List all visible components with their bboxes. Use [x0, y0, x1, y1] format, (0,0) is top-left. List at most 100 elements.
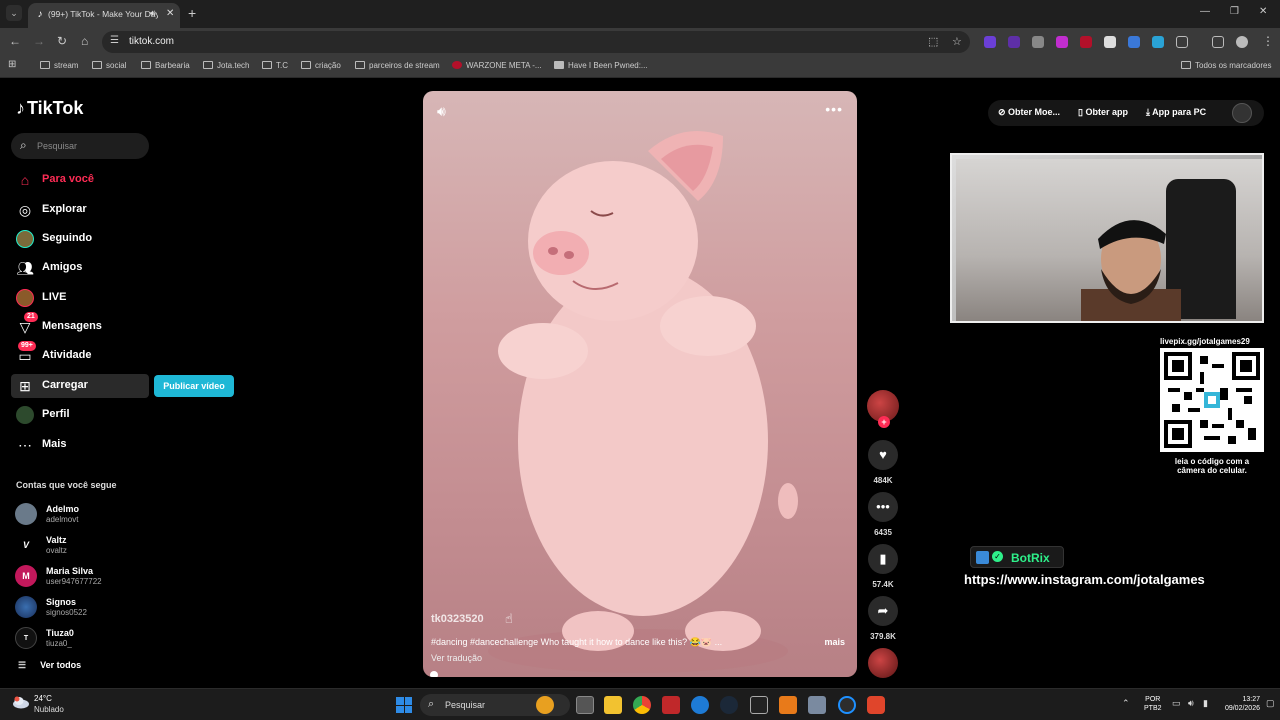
video-progress-handle[interactable] — [430, 671, 438, 677]
bookmark-label: Todos os marcadores — [1195, 61, 1272, 70]
get-coins-link[interactable]: ⊘ Obter Moe... — [998, 107, 1060, 118]
extension-icon[interactable] — [1056, 36, 1068, 48]
translate-link[interactable]: Ver tradução — [431, 653, 482, 663]
followed-account[interactable]: T Tiuza0 tiuza0_ — [15, 626, 155, 652]
publish-video-button[interactable]: Publicar vídeo — [154, 375, 234, 397]
music-disc-icon[interactable] — [868, 648, 898, 678]
minimize-icon[interactable]: — — [1200, 6, 1210, 17]
share-arrow-icon[interactable]: ➦ — [868, 596, 898, 626]
chrome-menu-icon[interactable]: ⋮ — [1262, 34, 1274, 48]
windows-start-icon[interactable] — [396, 697, 412, 713]
close-window-icon[interactable]: ✕ — [1259, 6, 1267, 17]
nav-friends[interactable]: 👥︎ Amigos — [14, 256, 154, 280]
video-options-icon[interactable]: ••• — [825, 101, 843, 117]
notifications-icon[interactable]: ▢ — [1266, 698, 1275, 709]
get-app-link[interactable]: ▯ Obter app — [1078, 107, 1128, 118]
language-indicator[interactable]: POR PTB2 — [1144, 695, 1162, 713]
app-bolt-icon[interactable] — [662, 696, 680, 714]
follow-plus-icon[interactable]: + — [878, 416, 890, 428]
all-bookmarks-folder[interactable]: Todos os marcadores — [1181, 61, 1271, 70]
see-all-link[interactable]: ☰ Ver todos — [18, 660, 81, 671]
file-explorer-icon[interactable] — [604, 696, 622, 714]
bookmark-icon[interactable]: ▮ — [868, 544, 898, 574]
followed-account[interactable]: Adelmo adelmovt — [15, 502, 155, 528]
app-blue-icon[interactable] — [691, 696, 709, 714]
bookmark-link[interactable]: Have I Been Pwned:... — [554, 61, 648, 70]
bookmark-folder[interactable]: criação — [301, 61, 341, 70]
apps-grid-icon[interactable]: ⊞ — [8, 59, 16, 70]
restore-icon[interactable]: ❐ — [1230, 6, 1239, 17]
video-player[interactable]: 🔊︎ ••• tk0323520 #dancing #dancechalleng… — [423, 91, 857, 677]
site-info-icon[interactable]: ☰ — [110, 35, 119, 46]
profile-icon[interactable] — [1236, 36, 1248, 48]
bookmark-link[interactable]: WARZONE META -... — [452, 61, 542, 70]
new-tab-button[interactable]: + — [188, 5, 196, 21]
brave-icon[interactable] — [867, 696, 885, 714]
extension-icon[interactable] — [1152, 36, 1164, 48]
cloudy-weather-icon[interactable] — [12, 695, 30, 709]
nav-explore[interactable]: ◎ Explorar — [14, 198, 154, 222]
battery-icon[interactable]: ▮ — [1203, 698, 1208, 709]
nav-more[interactable]: ⋯ Mais — [14, 433, 154, 457]
install-app-icon[interactable]: ⬚ — [928, 35, 938, 48]
translate-extension-icon[interactable] — [1128, 36, 1140, 48]
app-orange-icon[interactable] — [779, 696, 797, 714]
search-input[interactable]: ⌕ Pesquisar — [11, 133, 149, 159]
pc-app-link[interactable]: ⤓ App para PC — [1146, 107, 1206, 118]
nav-upload[interactable]: ⊞ Carregar — [11, 374, 149, 398]
back-icon[interactable]: ← — [9, 34, 21, 48]
app-grey-icon[interactable] — [808, 696, 826, 714]
volume-icon[interactable]: 🔊︎ — [1188, 698, 1194, 709]
address-bar[interactable]: ☰ tiktok.com ⬚ ☆ — [102, 31, 970, 53]
task-view-icon[interactable] — [576, 696, 594, 714]
extensions-puzzle-icon[interactable] — [1176, 36, 1188, 48]
tab-close-icon[interactable]: ✕ — [166, 8, 174, 19]
nav-live[interactable]: LIVE — [14, 286, 154, 310]
reload-icon[interactable]: ↻ — [57, 34, 67, 48]
reading-list-icon[interactable] — [1212, 36, 1224, 48]
nav-profile[interactable]: Perfil — [14, 403, 154, 427]
system-clock[interactable]: 13:27 09/02/2026 — [1214, 695, 1260, 713]
see-all-label: Ver todos — [40, 660, 82, 670]
app-ring-icon[interactable] — [838, 696, 856, 714]
tab-search-button[interactable]: ⌄ — [6, 5, 22, 21]
tray-chevron-icon[interactable]: ⌃ — [1122, 698, 1130, 709]
tiktok-logo[interactable]: ♪ TikTok — [16, 98, 83, 119]
chrome-icon[interactable] — [633, 696, 651, 714]
bookmark-folder[interactable]: social — [92, 61, 126, 70]
like-heart-icon[interactable]: ♥ — [868, 440, 898, 470]
extension-icon[interactable] — [1080, 36, 1092, 48]
bookmark-folder[interactable]: Jota.tech — [203, 61, 249, 70]
bookmark-folder[interactable]: stream — [40, 61, 78, 70]
followed-account[interactable]: M Maria Silva user947677722 — [15, 564, 155, 590]
forward-icon[interactable]: → — [33, 34, 45, 48]
bookmark-folder[interactable]: Barbearia — [141, 61, 190, 70]
bookmark-folder[interactable]: parceiros de stream — [355, 61, 440, 70]
video-username[interactable]: tk0323520 — [431, 613, 484, 625]
epic-games-icon[interactable] — [750, 696, 768, 714]
home-icon[interactable]: ⌂ — [81, 34, 88, 48]
nav-following[interactable]: Seguindo — [14, 227, 154, 251]
pizza-widget-icon[interactable] — [536, 696, 554, 714]
comment-icon[interactable]: ••• — [868, 492, 898, 522]
user-avatar[interactable] — [1232, 103, 1252, 123]
caption-more-link[interactable]: mais — [824, 637, 845, 647]
followed-account[interactable]: Signos signos0522 — [15, 595, 155, 621]
nav-label: Seguindo — [42, 232, 93, 244]
bookmark-folder[interactable]: T.C — [262, 61, 288, 70]
browser-tab[interactable]: ♪ (99+) TikTok - Make Your Day 🔊︎ ✕ — [28, 3, 180, 28]
volume-icon[interactable]: 🔊︎ — [437, 103, 446, 120]
nav-activity[interactable]: ▭ 99+ Atividade — [14, 341, 154, 368]
search-icon: ⌕ — [428, 698, 435, 710]
pen-extension-icon[interactable] — [1032, 36, 1044, 48]
extension-icon[interactable] — [1104, 36, 1116, 48]
steam-icon[interactable] — [720, 696, 738, 714]
bookmark-star-icon[interactable]: ☆ — [952, 35, 962, 48]
tab-audio-icon[interactable]: 🔊︎ — [150, 8, 156, 19]
nav-for-you[interactable]: ⌂ Para você — [14, 168, 154, 192]
network-icon[interactable]: ▭ — [1172, 698, 1181, 709]
followed-account[interactable]: V Valtz ovaltz — [15, 533, 155, 559]
extension-icon[interactable] — [1008, 36, 1020, 48]
extension-icon[interactable] — [984, 36, 996, 48]
nav-messages[interactable]: ▽ 21 Mensagens — [14, 312, 154, 339]
